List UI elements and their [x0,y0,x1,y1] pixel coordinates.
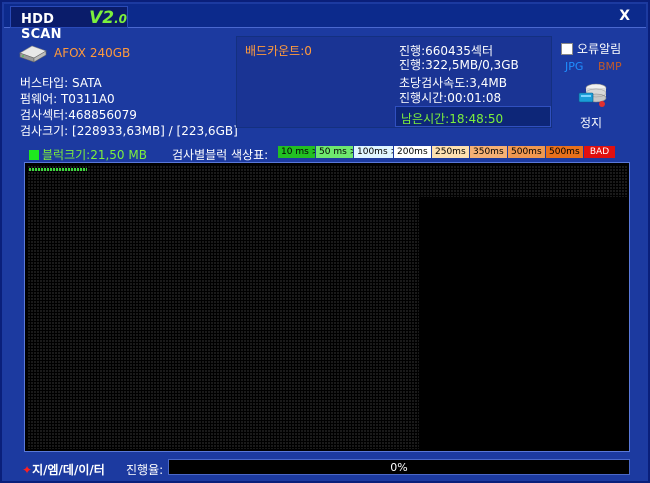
elapsed-time: 진행시간:00:01:08 [399,91,502,105]
title-bar[interactable]: HDD SCAN V2.0 X [4,4,646,42]
stop-disk-icon [578,83,607,107]
close-button[interactable]: X [619,8,630,24]
app-title: HDD SCAN V2.0 [10,6,128,42]
stop-label: 정지 [580,116,603,130]
remaining-time: 남은시간:18:48:50 [401,112,504,126]
legend-item: 200ms > [394,146,432,158]
brand-label: ✦지/엠/데/이/터 [22,461,105,478]
unscanned-region [419,197,629,451]
scan-size: 검사크기: [228933,63MB] / [223,6GB] [20,124,238,138]
block-size-text: 블럭크기:21,50 MB [42,148,147,162]
legend-item: 50 ms > [316,146,354,158]
brand-text: 지/엠/데/이/터 [32,463,105,477]
legend-title: 검사별블럭 색상표: [172,148,269,162]
color-legend: 10 ms >50 ms >100ms >200ms >250ms >350ms… [278,146,616,158]
checkbox-icon[interactable] [561,42,573,55]
star-icon: ✦ [22,463,33,477]
hard-drive-icon [19,45,47,63]
legend-item: 500ms < [546,146,584,158]
scanned-blocks [29,168,87,171]
legend-item: 100ms > [354,146,394,158]
firmware: 펌웨어: T0311A0 [20,92,115,106]
drive-name: AFOX 240GB [54,46,131,60]
progress-text: 0% [390,461,408,474]
progress-bar: 0% [168,459,630,475]
progress-mb: 진행:322,5MB/0,3GB [399,58,519,72]
legend-item: 250ms > [432,146,470,158]
status-panel: 배드카운트:0 진행:660435섹터 진행:322,5MB/0,3GB 초당검… [236,36,552,128]
remaining-time-box: 남은시간:18:48:50 [395,106,551,127]
app-window: HDD SCAN V2.0 X AFOX 240GB 버스타입: SATA 펌웨… [0,0,650,483]
app-version-major: V2 [89,8,115,28]
legend-item: 350ms > [470,146,508,158]
scan-map [24,162,630,452]
legend-item: BAD [584,146,616,158]
scan-sectors: 검사섹터:468856079 [20,108,137,122]
bad-count: 배드카운트:0 [245,44,312,58]
progress-label: 진행율: [126,463,164,477]
legend-item: 500ms > [508,146,546,158]
error-alert-label: 오류알림 [577,42,622,56]
stop-button[interactable]: 정지 [574,80,612,130]
legend-item: 10 ms > [278,146,316,158]
app-title-text: HDD SCAN [21,12,62,42]
format-bmp-option[interactable]: BMP [598,60,622,73]
block-size: 블럭크기:21,50 MB [29,146,147,163]
block-size-indicator [29,149,39,160]
app-version-minor: .0 [114,12,127,26]
format-jpg-option[interactable]: JPG [565,60,583,73]
error-alert-checkbox[interactable]: 오류알림 [561,40,621,57]
bus-type: 버스타입: SATA [20,76,102,90]
